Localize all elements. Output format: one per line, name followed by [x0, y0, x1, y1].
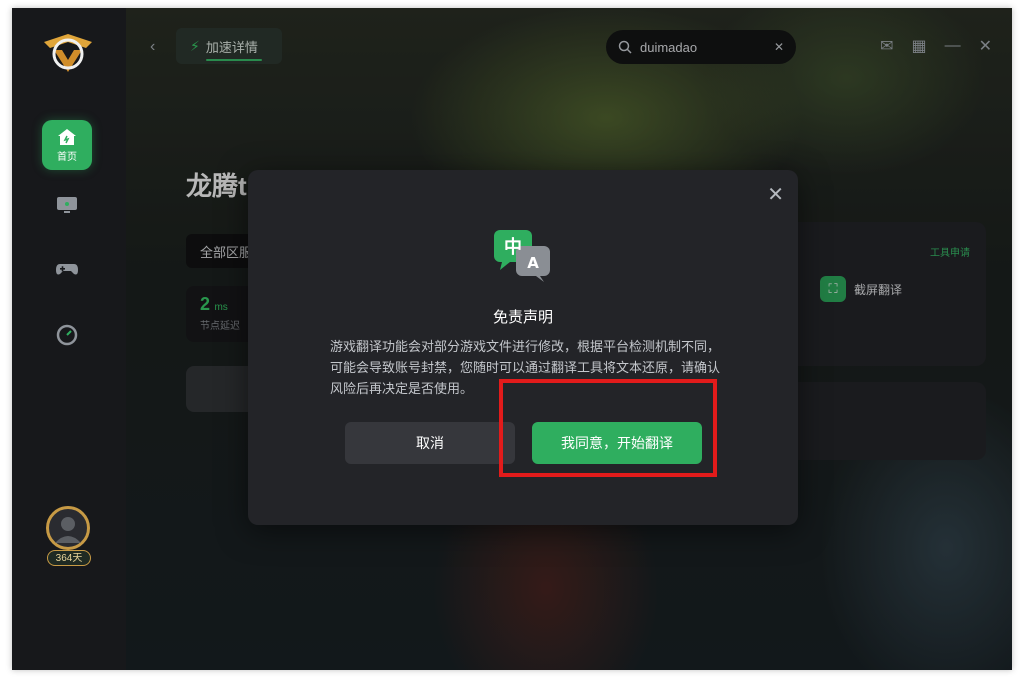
translate-icon: 中 A — [494, 230, 552, 282]
translate-icon-zh: 中 — [504, 236, 522, 258]
app-logo-icon — [40, 28, 96, 78]
gamepad-icon — [56, 264, 78, 275]
monitor-icon — [57, 197, 77, 213]
user-icon — [55, 517, 81, 543]
sidebar-item-monitor[interactable] — [42, 180, 92, 230]
sidebar-item-speedtest[interactable] — [42, 310, 92, 360]
dialog-title: 免责声明 — [492, 309, 553, 326]
app-window: 首页 364天 ‹ ⚡ 加速详情 duimadao ✕ ✉ ▦ — ✕ 龙腾t … — [12, 8, 1012, 670]
highlight-box — [499, 379, 717, 477]
cancel-button[interactable]: 取消 — [345, 422, 515, 464]
sidebar: 首页 364天 — [12, 8, 126, 670]
speedometer-icon — [56, 324, 78, 346]
avatar[interactable] — [46, 506, 90, 550]
sidebar-item-home-label: 首页 — [57, 151, 77, 163]
sidebar-item-home[interactable]: 首页 — [42, 120, 92, 170]
member-days-badge: 364天 — [47, 550, 91, 566]
translate-icon-a: A — [527, 254, 539, 272]
home-icon — [58, 128, 76, 145]
sidebar-item-games[interactable] — [42, 244, 92, 294]
user-avatar-badge[interactable]: 364天 — [42, 506, 96, 570]
close-dialog-icon[interactable]: ✕ — [767, 182, 784, 207]
